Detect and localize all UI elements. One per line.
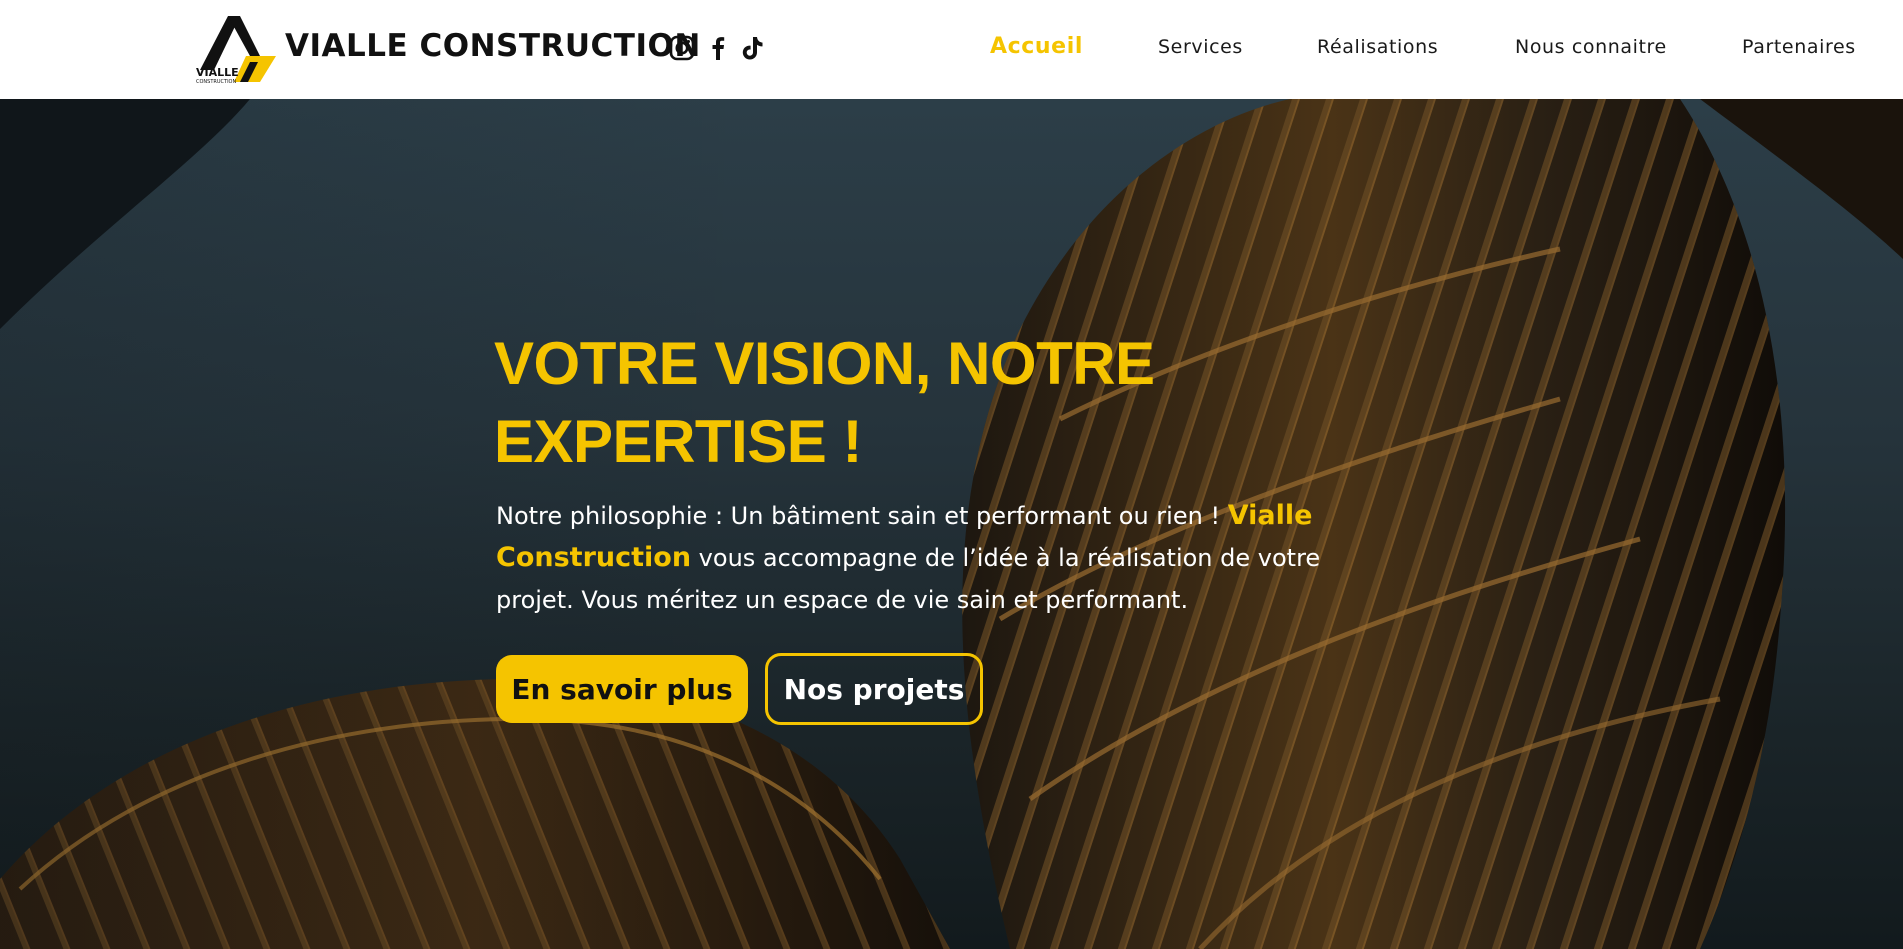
nav-services[interactable]: Services <box>1158 36 1243 58</box>
hero-description: Notre philosophie : Un bâtiment sain et … <box>496 495 1376 621</box>
site-header: VIALLE CONSTRUCTION VIALLE CONSTRUCTION … <box>0 0 1903 99</box>
hero-title-line2: EXPERTISE ! <box>494 408 862 475</box>
nav-realisations[interactable]: Réalisations <box>1317 36 1438 58</box>
logo-text: VIALLE <box>196 66 239 79</box>
our-projects-button[interactable]: Nos projets <box>765 653 983 725</box>
hero-section: VOTRE VISION, NOTRE EXPERTISE ! Notre ph… <box>0 99 1903 949</box>
hero-title-line1: VOTRE VISION, NOTRE <box>494 330 1155 397</box>
vialle-logo[interactable]: VIALLE CONSTRUCTION <box>194 12 278 86</box>
tiktok-icon[interactable] <box>738 34 766 62</box>
hero-text-part1: Notre philosophie : Un bâtiment sain et … <box>496 502 1228 530</box>
logo-subtext: CONSTRUCTION <box>196 79 236 85</box>
brand-name[interactable]: VIALLE CONSTRUCTION <box>285 28 701 64</box>
nav-nous-connaitre[interactable]: Nous connaitre <box>1515 36 1667 58</box>
hero-title: VOTRE VISION, NOTRE EXPERTISE ! <box>494 325 1214 481</box>
nav-partenaires[interactable]: Partenaires <box>1742 36 1856 58</box>
instagram-icon[interactable] <box>668 34 696 62</box>
nav-accueil[interactable]: Accueil <box>990 34 1083 59</box>
learn-more-button[interactable]: En savoir plus <box>496 655 748 723</box>
facebook-icon[interactable] <box>704 34 732 62</box>
